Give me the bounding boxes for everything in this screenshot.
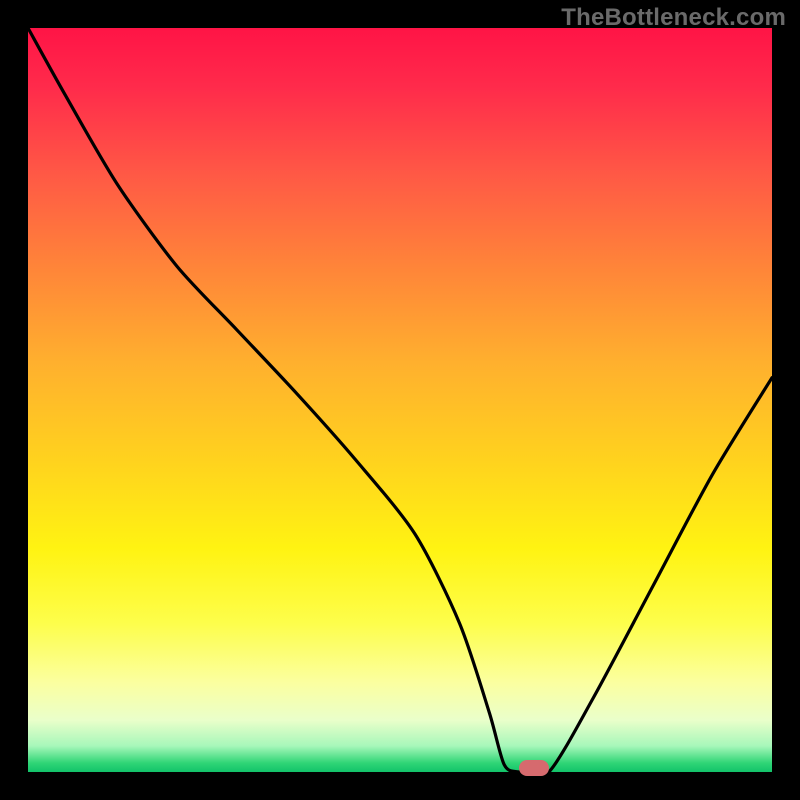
- watermark-text: TheBottleneck.com: [561, 4, 786, 32]
- chart-frame: TheBottleneck.com: [0, 0, 800, 800]
- optimal-marker: [519, 760, 549, 776]
- plot-area: [28, 28, 772, 772]
- curve-svg: [28, 28, 772, 772]
- bottleneck-curve: [28, 28, 772, 772]
